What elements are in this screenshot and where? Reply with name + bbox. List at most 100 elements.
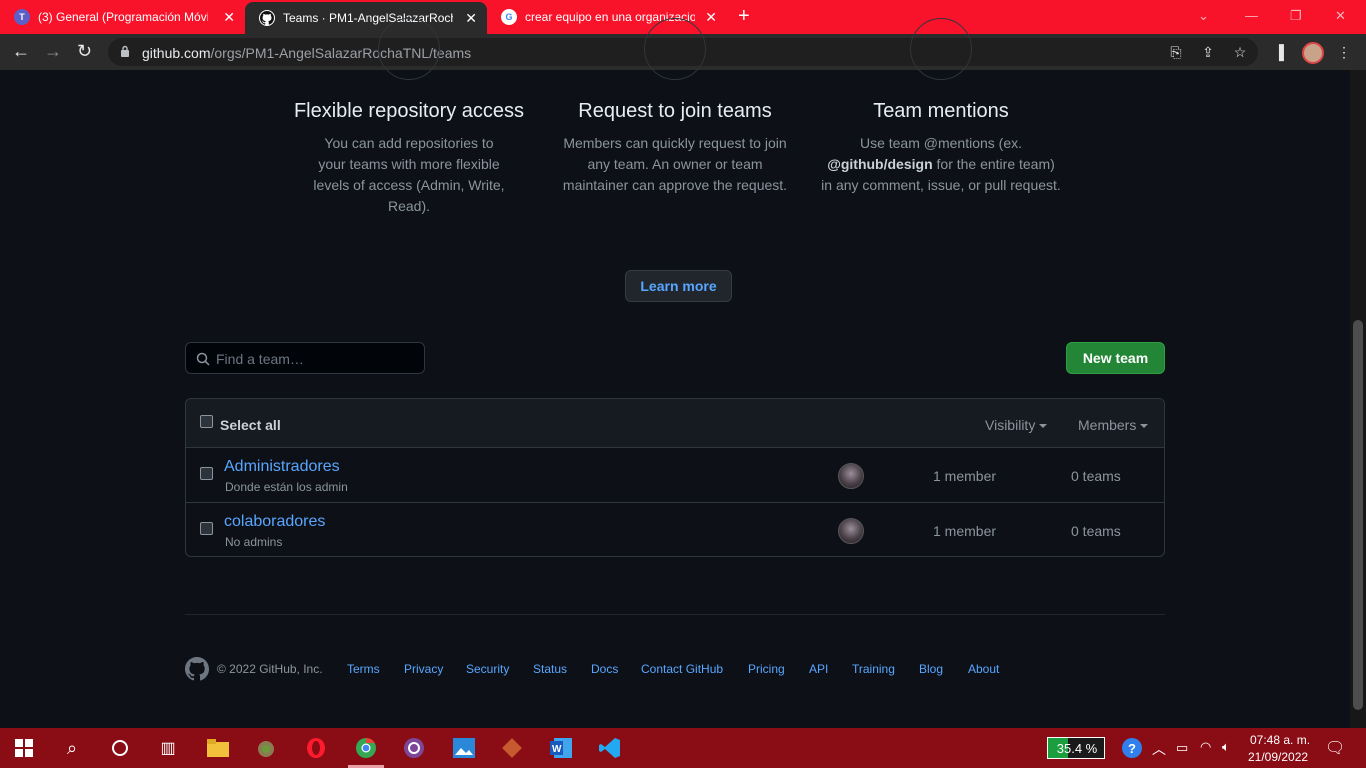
child-team-count: 0 teams <box>1071 523 1121 539</box>
teams-icon: T <box>14 9 30 25</box>
battery-indicator[interactable]: 35.4 % <box>1047 737 1105 759</box>
footer-link-about[interactable]: About <box>968 662 999 676</box>
profile-avatar[interactable] <box>1302 42 1324 64</box>
footer-link-status[interactable]: Status <box>533 662 567 676</box>
translate-icon[interactable]: ⎘ <box>1168 44 1184 60</box>
feature-title: Team mentions <box>873 100 1009 122</box>
footer-link-security[interactable]: Security <box>466 662 509 676</box>
help-icon[interactable]: ? <box>1120 736 1144 760</box>
reload-icon[interactable]: ↻ <box>77 42 92 60</box>
minimize-icon[interactable]: — <box>1245 8 1258 23</box>
gimp-icon[interactable] <box>254 736 278 760</box>
task-view-icon[interactable]: ▥ <box>156 736 180 760</box>
member-count[interactable]: 1 member <box>933 468 996 484</box>
footer-link-contact[interactable]: Contact GitHub <box>641 662 723 676</box>
tor-browser-icon[interactable] <box>402 736 426 760</box>
share-icon[interactable]: ⇪ <box>1200 44 1216 60</box>
member-count[interactable]: 1 member <box>933 523 996 539</box>
vscode-icon[interactable] <box>598 736 622 760</box>
tab-title: (3) General (Programación Móvil <box>38 10 208 24</box>
table-row: colaboradores No admins 1 member 0 teams <box>186 503 1164 556</box>
footer-link-docs[interactable]: Docs <box>591 662 618 676</box>
new-tab-icon[interactable]: + <box>738 6 750 26</box>
photos-icon[interactable] <box>452 736 476 760</box>
table-header: Select all Visibility Members <box>186 399 1164 448</box>
visibility-dropdown[interactable]: Visibility <box>985 417 1048 433</box>
tab-teams-general[interactable]: T (3) General (Programación Móvil ✕ <box>0 0 245 34</box>
feature-text: Use team @mentions (ex. @github/design f… <box>821 135 1061 193</box>
close-icon[interactable]: ✕ <box>465 10 477 27</box>
caret-down-icon <box>1039 424 1048 429</box>
feature-text: Members can quickly request to join any … <box>562 135 788 193</box>
row-checkbox[interactable] <box>200 467 213 480</box>
table-row: Administradores Donde están los admin 1 … <box>186 448 1164 503</box>
scrollbar-thumb[interactable] <box>1353 320 1363 710</box>
battery-icon[interactable]: ▭ <box>1176 740 1188 756</box>
feature-text: You can add repositories to your teams w… <box>313 135 505 214</box>
menu-icon[interactable]: ⋮ <box>1336 44 1352 60</box>
teams-table: Select all Visibility Members Administra… <box>185 398 1165 557</box>
page-scrollbar[interactable] <box>1350 70 1366 728</box>
team-name-link[interactable]: Administradores <box>224 458 340 476</box>
tab-search-icon[interactable]: ⌄ <box>1198 8 1209 24</box>
caret-down-icon <box>1140 424 1149 429</box>
notifications-icon[interactable]: 🗨︎ <box>1325 738 1345 758</box>
member-avatar[interactable] <box>838 518 864 544</box>
feature-title: Request to join teams <box>578 100 772 122</box>
chevron-up-icon[interactable]: ︿ <box>1152 739 1166 759</box>
github-logo-icon[interactable] <box>185 657 209 681</box>
tab-title: Teams · PM1-AngelSalazarRochaTNL <box>283 11 453 25</box>
member-avatar[interactable] <box>838 463 864 489</box>
footer-link-terms[interactable]: Terms <box>347 662 380 676</box>
clock-date[interactable]: 21/09/2022 <box>1248 750 1308 764</box>
row-checkbox[interactable] <box>200 522 213 535</box>
footer-link-pricing[interactable]: Pricing <box>748 662 785 676</box>
close-icon[interactable]: ✕ <box>705 9 717 26</box>
side-panel-icon[interactable]: ▐ <box>1271 44 1287 60</box>
learn-more-button[interactable]: Learn more <box>625 270 732 302</box>
word-icon[interactable]: W <box>549 736 573 760</box>
search-icon <box>196 352 210 366</box>
search-icon[interactable]: ⌕ <box>60 736 84 760</box>
search-input[interactable] <box>216 349 416 369</box>
svg-text:W: W <box>552 744 562 755</box>
feature-title: Flexible repository access <box>293 100 525 122</box>
footer-link-api[interactable]: API <box>809 662 828 676</box>
opera-icon[interactable] <box>304 736 328 760</box>
mention-example: @github/design <box>827 156 933 172</box>
file-explorer-icon[interactable] <box>206 736 230 760</box>
cortana-icon[interactable] <box>108 736 132 760</box>
feature-icon-circle <box>910 18 972 80</box>
footer-link-blog[interactable]: Blog <box>919 662 943 676</box>
google-icon: G <box>501 9 517 25</box>
maximize-icon[interactable]: ❐ <box>1290 8 1302 24</box>
windows-start-icon[interactable] <box>12 736 36 760</box>
team-name-link[interactable]: colaboradores <box>224 513 325 531</box>
page-content: Flexible repository access You can add r… <box>0 18 1350 728</box>
footer-link-privacy[interactable]: Privacy <box>404 662 443 676</box>
select-all-checkbox[interactable] <box>200 415 213 428</box>
feature-icon-circle <box>644 18 706 80</box>
clock-time[interactable]: 07:48 a. m. <box>1250 733 1310 747</box>
window-close-icon[interactable]: ✕ <box>1335 8 1346 24</box>
battery-percent: 35.4 % <box>1056 741 1098 756</box>
team-description: Donde están los admin <box>225 480 348 494</box>
team-description: No admins <box>225 535 283 549</box>
feature-join-teams: Request to join teams Members can quickl… <box>545 18 805 196</box>
find-team-search[interactable] <box>185 342 425 374</box>
git-icon[interactable] <box>500 736 524 760</box>
wifi-icon[interactable]: ◠ <box>1200 739 1211 755</box>
close-icon[interactable]: ✕ <box>223 9 235 26</box>
new-team-button[interactable]: New team <box>1066 342 1165 374</box>
volume-icon[interactable]: 🔈︎ <box>1222 739 1230 755</box>
back-icon[interactable]: ← <box>12 42 30 60</box>
bookmark-star-icon[interactable]: ☆ <box>1232 44 1248 60</box>
forward-icon[interactable]: → <box>44 42 62 60</box>
chrome-icon[interactable] <box>354 736 378 760</box>
members-dropdown[interactable]: Members <box>1078 417 1149 433</box>
select-all-label: Select all <box>220 417 281 433</box>
lock-icon <box>121 45 129 57</box>
footer-link-training[interactable]: Training <box>852 662 895 676</box>
tab-github-teams[interactable]: Teams · PM1-AngelSalazarRochaTNL ✕ <box>245 2 487 34</box>
footer-copyright: © 2022 GitHub, Inc. <box>217 662 323 676</box>
